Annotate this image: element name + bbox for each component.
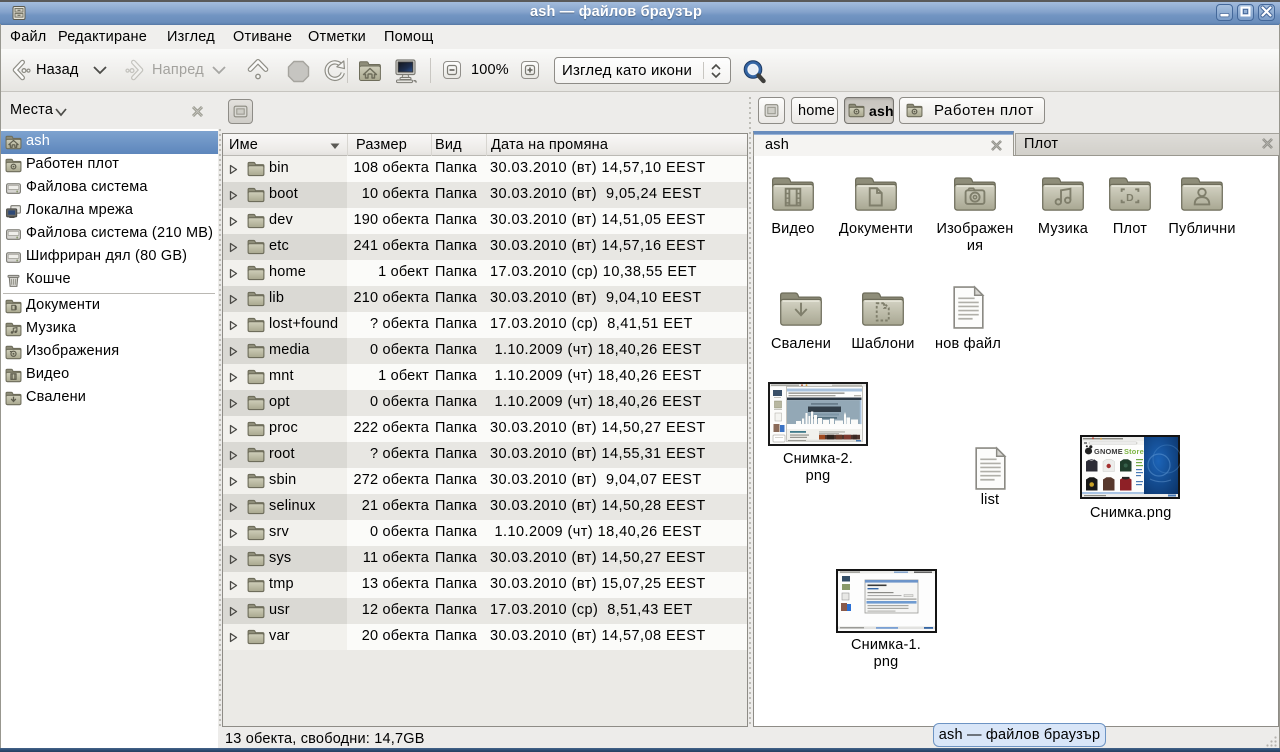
svg-text:Store: Store bbox=[1124, 447, 1144, 456]
svg-text:GNOME: GNOME bbox=[1094, 447, 1123, 456]
svg-text:D: D bbox=[1126, 193, 1134, 204]
